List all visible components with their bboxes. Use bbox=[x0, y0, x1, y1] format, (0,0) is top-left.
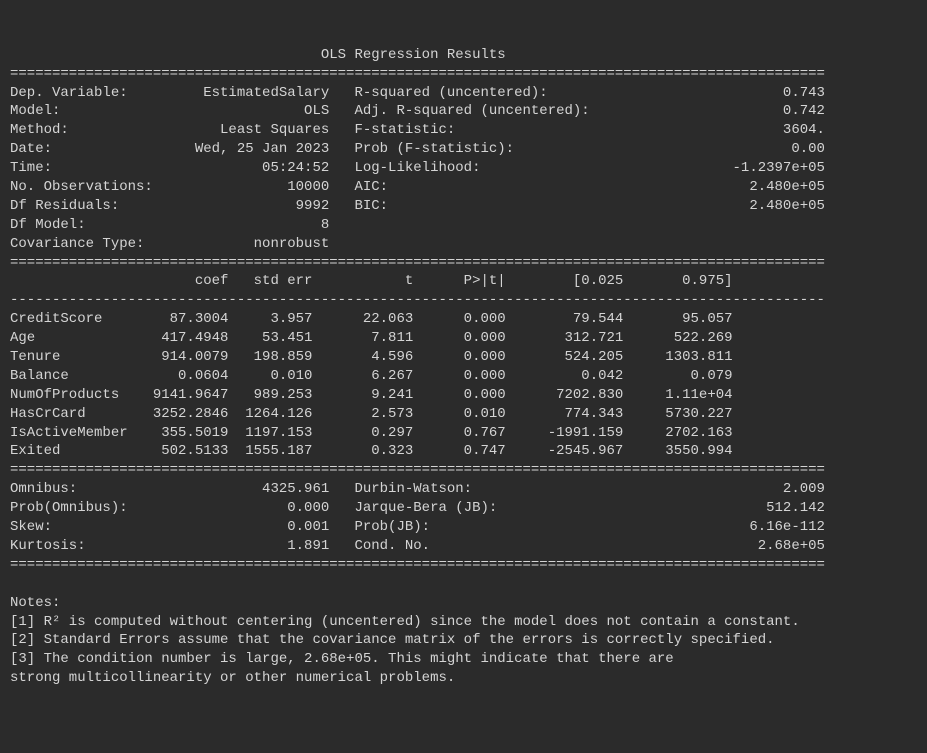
ols-regression-output: OLS Regression Results =================… bbox=[10, 46, 917, 688]
